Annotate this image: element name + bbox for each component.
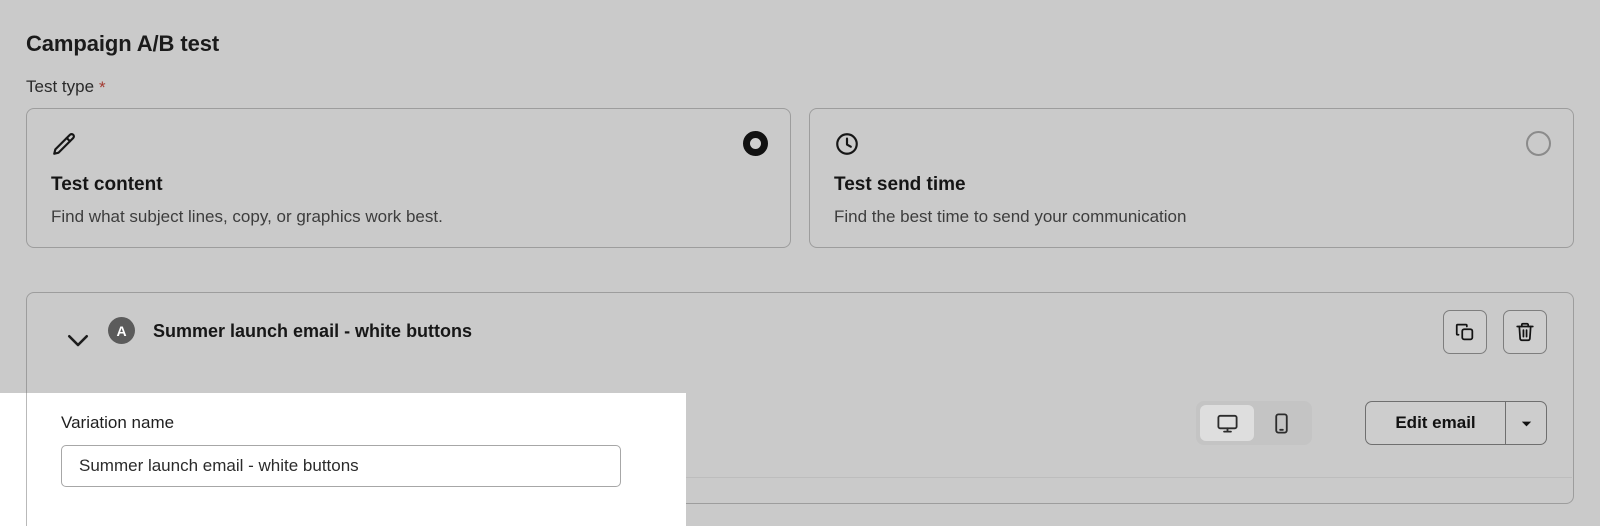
test-type-label: Test type * — [26, 75, 106, 100]
avatar: A — [108, 317, 135, 344]
chevron-down-icon[interactable] — [63, 325, 93, 355]
mobile-icon — [1270, 412, 1293, 435]
test-type-label-text: Test type — [26, 77, 95, 96]
variation-name-label: Variation name — [61, 413, 175, 432]
duplicate-variation-button[interactable] — [1443, 310, 1487, 354]
panel-left-rule — [26, 393, 27, 526]
radio-test-send-time[interactable] — [1526, 131, 1551, 156]
page-title: Campaign A/B test — [26, 31, 220, 56]
edit-email-button[interactable]: Edit email — [1365, 401, 1505, 445]
test-type-option-test-content[interactable]: Test content Find what subject lines, co… — [26, 108, 791, 248]
caret-down-icon — [1519, 416, 1534, 431]
preview-mode-mobile-button[interactable] — [1254, 405, 1308, 441]
preview-mode-desktop-button[interactable] — [1200, 405, 1254, 441]
option-title: Test content — [51, 174, 163, 195]
variation-name-input[interactable] — [61, 445, 621, 487]
pencil-icon — [51, 131, 77, 157]
variation-title: Summer launch email - white buttons — [153, 321, 473, 341]
option-description: Find the best time to send your communic… — [834, 207, 1187, 226]
variation-header: A Summer launch email - white buttons — [27, 293, 1573, 389]
option-description: Find what subject lines, copy, or graphi… — [51, 207, 443, 226]
radio-test-content[interactable] — [743, 131, 768, 156]
edit-email-button-group: Edit email — [1365, 401, 1547, 445]
test-type-options: Test content Find what subject lines, co… — [26, 108, 1574, 248]
test-type-option-test-send-time[interactable]: Test send time Find the best time to sen… — [809, 108, 1574, 248]
option-title: Test send time — [834, 174, 966, 195]
preview-mode-toggle — [1196, 401, 1312, 445]
variation-name-panel: Variation name — [0, 393, 686, 526]
campaign-ab-test-page: Campaign A/B test Test type * Test conten… — [0, 0, 1600, 526]
required-asterisk: * — [99, 78, 106, 97]
desktop-icon — [1216, 412, 1239, 435]
trash-icon — [1514, 321, 1536, 343]
edit-email-dropdown-button[interactable] — [1505, 401, 1547, 445]
delete-variation-button[interactable] — [1503, 310, 1547, 354]
clock-icon — [834, 131, 860, 157]
copy-icon — [1454, 321, 1476, 343]
